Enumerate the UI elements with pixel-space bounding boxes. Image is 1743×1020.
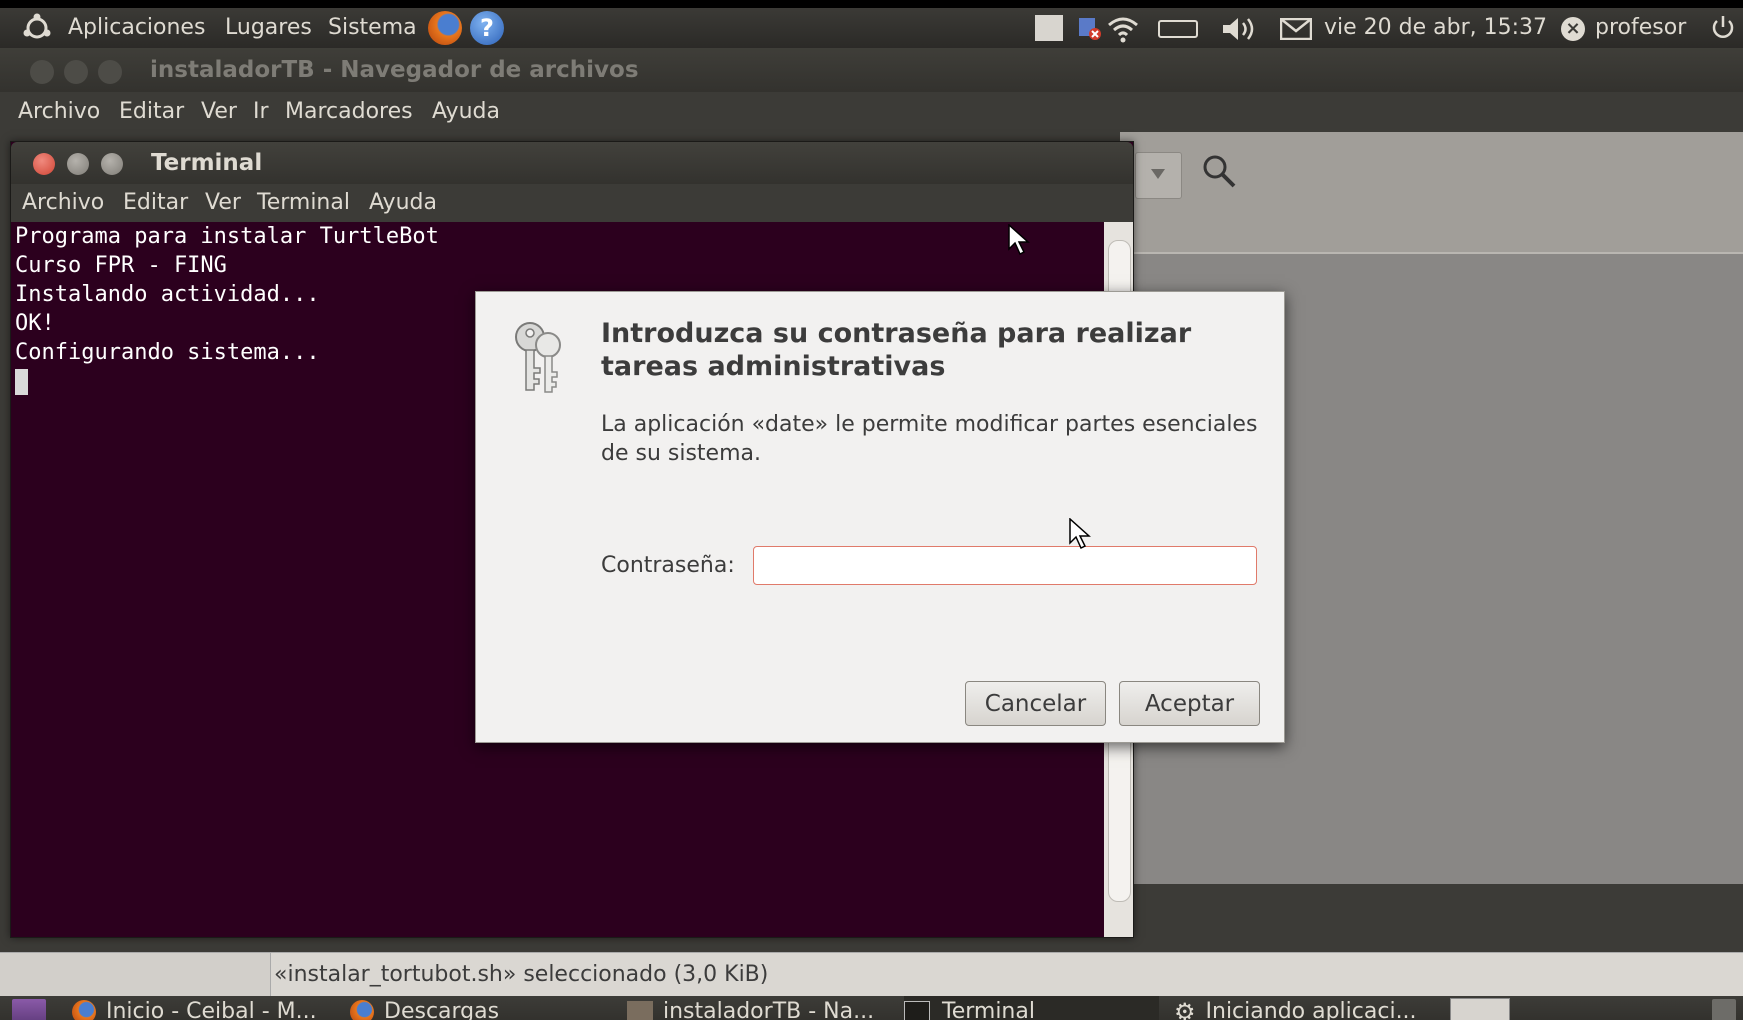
menu-ayuda[interactable]: Ayuda	[432, 99, 500, 124]
minimize-icon[interactable]	[64, 60, 88, 84]
statusbar-side	[0, 953, 271, 997]
battery-icon[interactable]	[1158, 20, 1198, 38]
menu-aplicaciones[interactable]: Aplicaciones	[68, 15, 205, 40]
terminal-titlebar[interactable]: Terminal	[11, 142, 1133, 184]
menu-ayuda[interactable]: Ayuda	[369, 190, 437, 215]
network-indicator-icon[interactable]	[1076, 14, 1102, 42]
password-dialog: Introduzca su contraseña para realizar t…	[475, 291, 1285, 743]
task-label: Terminal	[942, 999, 1035, 1020]
keys-icon	[506, 317, 572, 397]
status-text: «instalar_tortubot.sh» seleccionado (3,0…	[274, 962, 769, 987]
task-terminal[interactable]: Terminal	[904, 996, 1159, 1020]
minimize-icon[interactable]	[67, 153, 89, 175]
search-icon[interactable]	[1200, 152, 1240, 192]
mail-icon[interactable]	[1279, 17, 1313, 41]
clock[interactable]: vie 20 de abr, 15:37	[1324, 15, 1547, 40]
menu-marcadores[interactable]: Marcadores	[285, 99, 413, 124]
menu-editar[interactable]: Editar	[119, 99, 184, 124]
terminal-menubar: Archivo Editar Ver Terminal Ayuda	[11, 184, 1133, 222]
firefox-icon	[350, 1000, 374, 1020]
workspace-indicator[interactable]	[1035, 15, 1063, 41]
user-name[interactable]: profesor	[1595, 15, 1686, 40]
user-status-icon[interactable]: ×	[1561, 17, 1585, 41]
close-icon[interactable]	[33, 153, 55, 175]
file-manager-titlebar[interactable]: instaladorTB - Navegador de archivos	[0, 48, 1743, 92]
terminal-line: Curso FPR - FING	[15, 253, 227, 278]
close-icon[interactable]	[30, 60, 54, 84]
password-field[interactable]	[753, 546, 1257, 585]
ok-button[interactable]: Aceptar	[1119, 681, 1260, 726]
help-icon[interactable]: ?	[470, 11, 504, 45]
task-iniciando[interactable]: ⚙ Iniciando aplicaci...	[1174, 996, 1434, 1020]
task-label: Descargas	[384, 999, 500, 1020]
folder-icon	[627, 1001, 653, 1020]
task-firefox[interactable]: Inicio - Ceibal - M...	[72, 996, 338, 1020]
file-manager-statusbar: «instalar_tortubot.sh» seleccionado (3,0…	[0, 952, 1743, 997]
trash-icon[interactable]	[1712, 999, 1736, 1020]
dialog-message: La aplicación «date» le permite modifica…	[601, 412, 1258, 466]
menu-editar[interactable]: Editar	[123, 190, 188, 215]
menu-sistema[interactable]: Sistema	[328, 15, 417, 40]
cancel-button[interactable]: Cancelar	[965, 681, 1106, 726]
menu-ver[interactable]: Ver	[201, 99, 237, 124]
firefox-icon[interactable]	[428, 11, 462, 45]
task-label: Iniciando aplicaci...	[1205, 999, 1417, 1020]
terminal-icon	[904, 1001, 930, 1020]
task-file-manager[interactable]: instaladorTB - Na...	[627, 996, 887, 1020]
password-label: Contraseña:	[601, 553, 735, 578]
network-icon[interactable]	[1106, 14, 1140, 44]
task-descargas[interactable]: Descargas	[350, 996, 610, 1020]
dialog-title: Introduzca su contraseña para realizar t…	[601, 318, 1192, 382]
file-manager-menubar: Archivo Editar Ver Ir Marcadores Ayuda	[0, 92, 1743, 132]
menu-archivo[interactable]: Archivo	[22, 190, 104, 215]
task-label: instaladorTB - Na...	[663, 999, 875, 1020]
maximize-icon[interactable]	[101, 153, 123, 175]
workspace-switcher[interactable]	[1450, 998, 1510, 1020]
top-panel: Aplicaciones Lugares Sistema ? vie 20 de…	[0, 8, 1743, 48]
file-manager-toolbar	[1120, 132, 1743, 254]
task-label: Inicio - Ceibal - M...	[106, 999, 317, 1020]
window-title: instaladorTB - Navegador de archivos	[150, 57, 639, 83]
ubuntu-logo-icon[interactable]	[22, 13, 52, 49]
terminal-cursor	[15, 369, 28, 395]
volume-icon[interactable]	[1220, 14, 1260, 44]
gear-icon: ⚙	[1174, 998, 1196, 1020]
desktop-screen: Aplicaciones Lugares Sistema ? vie 20 de…	[0, 8, 1743, 1020]
power-icon[interactable]	[1709, 14, 1737, 42]
menu-archivo[interactable]: Archivo	[18, 99, 100, 124]
terminal-line: Programa para instalar TurtleBot	[15, 224, 439, 249]
bottom-panel: Inicio - Ceibal - M... Descargas instala…	[0, 996, 1743, 1020]
menu-lugares[interactable]: Lugares	[225, 15, 312, 40]
menu-terminal[interactable]: Terminal	[257, 190, 350, 215]
chevron-down-icon	[1151, 169, 1165, 179]
menu-ir[interactable]: Ir	[253, 99, 269, 124]
show-desktop-icon[interactable]	[12, 999, 46, 1020]
menu-ver[interactable]: Ver	[205, 190, 241, 215]
window-title: Terminal	[151, 150, 263, 176]
firefox-icon	[72, 1000, 96, 1020]
maximize-icon[interactable]	[98, 60, 122, 84]
